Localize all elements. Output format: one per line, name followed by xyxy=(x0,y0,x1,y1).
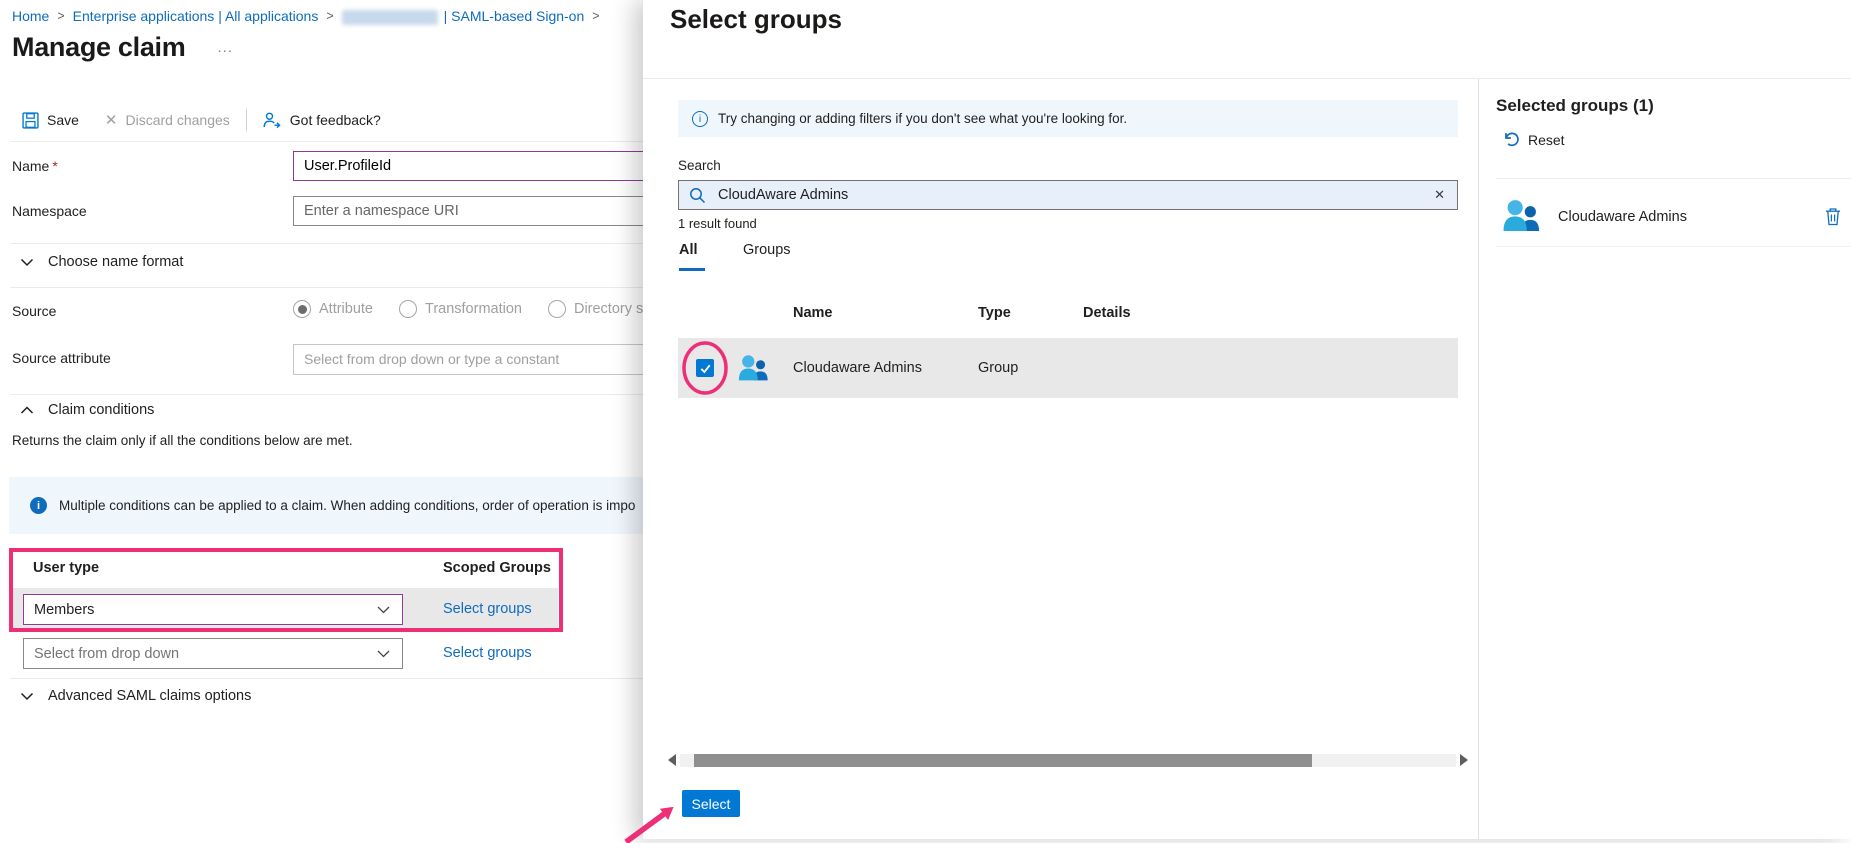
chevron-down-icon xyxy=(20,258,34,267)
page-title: Manage claim... xyxy=(12,32,233,63)
user-type-dropdown[interactable]: Members xyxy=(23,594,403,625)
got-feedback-button[interactable]: Got feedback? xyxy=(263,112,381,128)
divider xyxy=(10,243,705,244)
save-icon xyxy=(22,112,39,129)
advanced-saml-options-expander[interactable]: Advanced SAML claims options xyxy=(20,688,251,704)
user-type-dropdown-empty[interactable]: Select from drop down xyxy=(23,638,403,669)
divider xyxy=(1496,178,1851,179)
select-button[interactable]: Select xyxy=(682,790,740,817)
divider xyxy=(1496,246,1851,247)
select-groups-link[interactable]: Select groups xyxy=(443,601,532,617)
divider xyxy=(10,287,705,288)
search-input[interactable] xyxy=(718,187,1432,203)
group-icon xyxy=(736,352,770,386)
info-icon: i xyxy=(30,497,47,514)
group-result-row[interactable]: Cloudaware Admins Group xyxy=(678,338,1458,398)
delete-trash-icon[interactable] xyxy=(1825,207,1841,226)
selected-groups-title: Selected groups (1) xyxy=(1496,96,1654,116)
source-attribute-label: Source attribute xyxy=(12,350,111,366)
column-header-user-type: User type xyxy=(33,560,99,576)
search-icon xyxy=(689,187,706,204)
undo-icon xyxy=(1502,131,1519,148)
filters-info-banner: i Try changing or adding filters if you … xyxy=(678,100,1458,137)
claim-conditions-expander[interactable]: Claim conditions xyxy=(20,402,154,418)
horizontal-scrollbar[interactable] xyxy=(668,753,1468,767)
active-tab-indicator xyxy=(679,268,705,271)
scrollbar-track[interactable] xyxy=(680,754,1456,767)
row-checkbox-checked[interactable] xyxy=(696,359,714,377)
scroll-left-arrow[interactable] xyxy=(668,754,676,766)
more-options-ellipsis[interactable]: ... xyxy=(217,39,233,56)
results-count: 1 result found xyxy=(678,216,757,231)
select-groups-link[interactable]: Select groups xyxy=(443,645,532,661)
feedback-person-icon xyxy=(263,112,282,128)
breadcrumb-separator: > xyxy=(592,9,599,23)
selected-group-name: Cloudaware Admins xyxy=(1558,188,1687,246)
divider xyxy=(10,141,705,142)
source-field-label: Source xyxy=(12,303,56,319)
breadcrumb-saml-sign-on[interactable]: | SAML-based Sign-on xyxy=(444,8,585,24)
chevron-down-icon xyxy=(377,606,390,614)
selected-group-item: Cloudaware Admins xyxy=(1496,188,1851,246)
breadcrumb-home[interactable]: Home xyxy=(12,8,49,24)
radio-unselected-icon xyxy=(548,300,566,318)
chevron-down-icon xyxy=(377,650,390,658)
group-name: Cloudaware Admins xyxy=(793,338,922,398)
radio-unselected-icon xyxy=(399,300,417,318)
dismiss-icon: ✕ xyxy=(105,111,118,129)
choose-name-format-expander[interactable]: Choose name format xyxy=(20,254,183,270)
divider xyxy=(10,394,705,395)
save-button[interactable]: Save xyxy=(22,112,79,129)
search-label: Search xyxy=(678,158,721,173)
scroll-right-arrow[interactable] xyxy=(1460,754,1468,766)
tab-groups[interactable]: Groups xyxy=(743,242,791,258)
vertical-divider xyxy=(1478,79,1479,839)
discard-changes-button[interactable]: ✕ Discard changes xyxy=(105,111,230,129)
claim-conditions-description: Returns the claim only if all the condit… xyxy=(12,433,353,448)
column-header-scoped-groups: Scoped Groups xyxy=(443,560,551,576)
group-type: Group xyxy=(978,338,1018,398)
breadcrumb: Home > Enterprise applications | All app… xyxy=(12,8,608,24)
group-icon xyxy=(1500,196,1542,238)
chevron-down-icon xyxy=(20,692,34,701)
toolbar-divider xyxy=(246,109,247,131)
command-bar: Save ✕ Discard changes Got feedback? xyxy=(22,106,381,134)
column-header-type: Type xyxy=(978,305,1011,321)
breadcrumb-separator: > xyxy=(326,9,333,23)
scrollbar-thumb[interactable] xyxy=(694,754,1312,767)
checkmark-icon xyxy=(699,362,712,375)
tab-all[interactable]: All xyxy=(679,242,698,258)
select-groups-panel: Select groups i Try changing or adding f… xyxy=(643,0,1851,839)
clear-search-icon[interactable]: ✕ xyxy=(1432,187,1447,203)
radio-attribute[interactable]: Attribute xyxy=(293,300,373,318)
required-marker: * xyxy=(52,158,57,174)
reset-button[interactable]: Reset xyxy=(1502,131,1565,148)
radio-transformation[interactable]: Transformation xyxy=(399,300,522,318)
column-header-details: Details xyxy=(1083,305,1131,321)
radio-directory-schema[interactable]: Directory sch xyxy=(548,300,659,318)
search-box: ✕ xyxy=(678,180,1458,210)
conditions-info-banner: i Multiple conditions can be applied to … xyxy=(9,477,705,534)
info-icon: i xyxy=(692,111,708,127)
name-field-label: Name* xyxy=(12,158,58,174)
radio-selected-icon xyxy=(293,300,311,318)
breadcrumb-enterprise-applications[interactable]: Enterprise applications | All applicatio… xyxy=(73,8,319,24)
redacted-app-name xyxy=(342,10,438,25)
namespace-field-label: Namespace xyxy=(12,203,87,219)
panel-title: Select groups xyxy=(670,4,842,35)
chevron-up-icon xyxy=(20,406,34,415)
divider xyxy=(643,78,1851,79)
divider xyxy=(10,678,705,679)
source-radio-group: Attribute Transformation Directory sch xyxy=(293,300,659,318)
column-header-name: Name xyxy=(793,305,833,321)
breadcrumb-separator: > xyxy=(57,9,64,23)
